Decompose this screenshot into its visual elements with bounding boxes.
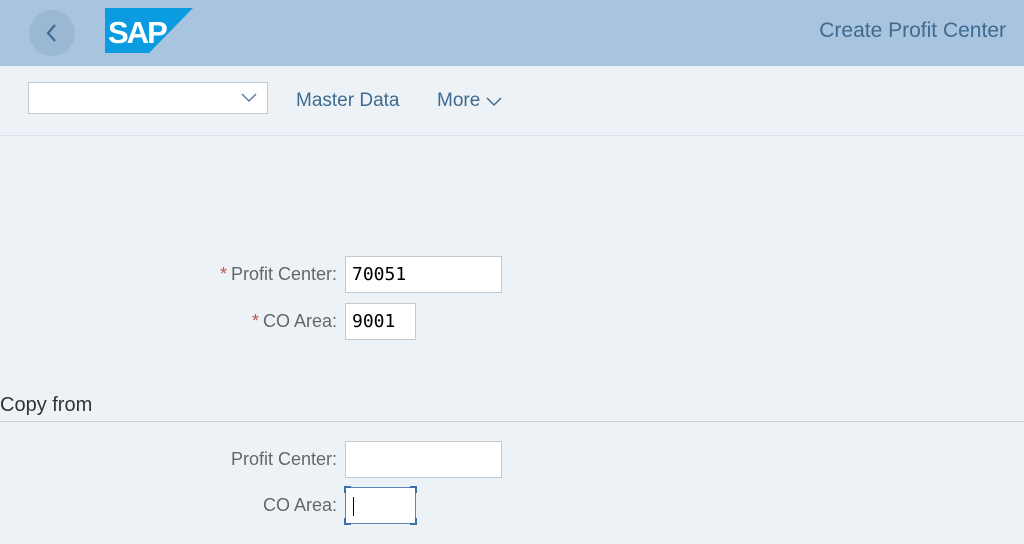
required-marker: * <box>251 311 259 331</box>
profit-center-input[interactable]: 70051 <box>345 256 502 293</box>
section-divider <box>0 421 1024 422</box>
copy-co-area-input[interactable] <box>344 486 417 525</box>
co-area-label: * CO Area: <box>251 311 337 331</box>
sap-logo-text: SAP <box>108 15 167 50</box>
co-area-input[interactable]: 9001 <box>345 303 416 340</box>
focus-corner <box>344 486 351 493</box>
copy-profit-center-input[interactable] <box>345 441 502 478</box>
chevron-down-icon <box>486 97 502 107</box>
required-marker: * <box>219 264 227 284</box>
toolbar: Master Data More <box>0 66 1024 136</box>
focus-corner <box>410 518 417 525</box>
text-cursor <box>353 497 354 516</box>
back-button[interactable] <box>29 10 75 56</box>
chevron-left-icon <box>46 24 56 42</box>
transaction-combobox[interactable] <box>28 82 268 114</box>
focus-corner <box>344 518 351 525</box>
copy-co-area-label: CO Area: <box>262 495 337 515</box>
sap-logo: SAP <box>105 8 193 53</box>
more-label: More <box>437 90 481 111</box>
profit-center-label: * Profit Center: <box>219 264 337 284</box>
chevron-down-icon[interactable] <box>241 91 257 103</box>
master-data-menu[interactable]: Master Data <box>296 90 399 112</box>
shell-header: SAP Create Profit Center <box>0 0 1024 66</box>
focus-corner <box>410 486 417 493</box>
copy-from-title: Copy from <box>0 394 93 416</box>
page-title: Create Profit Center <box>819 19 1006 42</box>
copy-profit-center-label: Profit Center: <box>230 449 337 469</box>
master-data-label: Master Data <box>296 90 400 111</box>
more-menu[interactable]: More <box>437 90 502 112</box>
